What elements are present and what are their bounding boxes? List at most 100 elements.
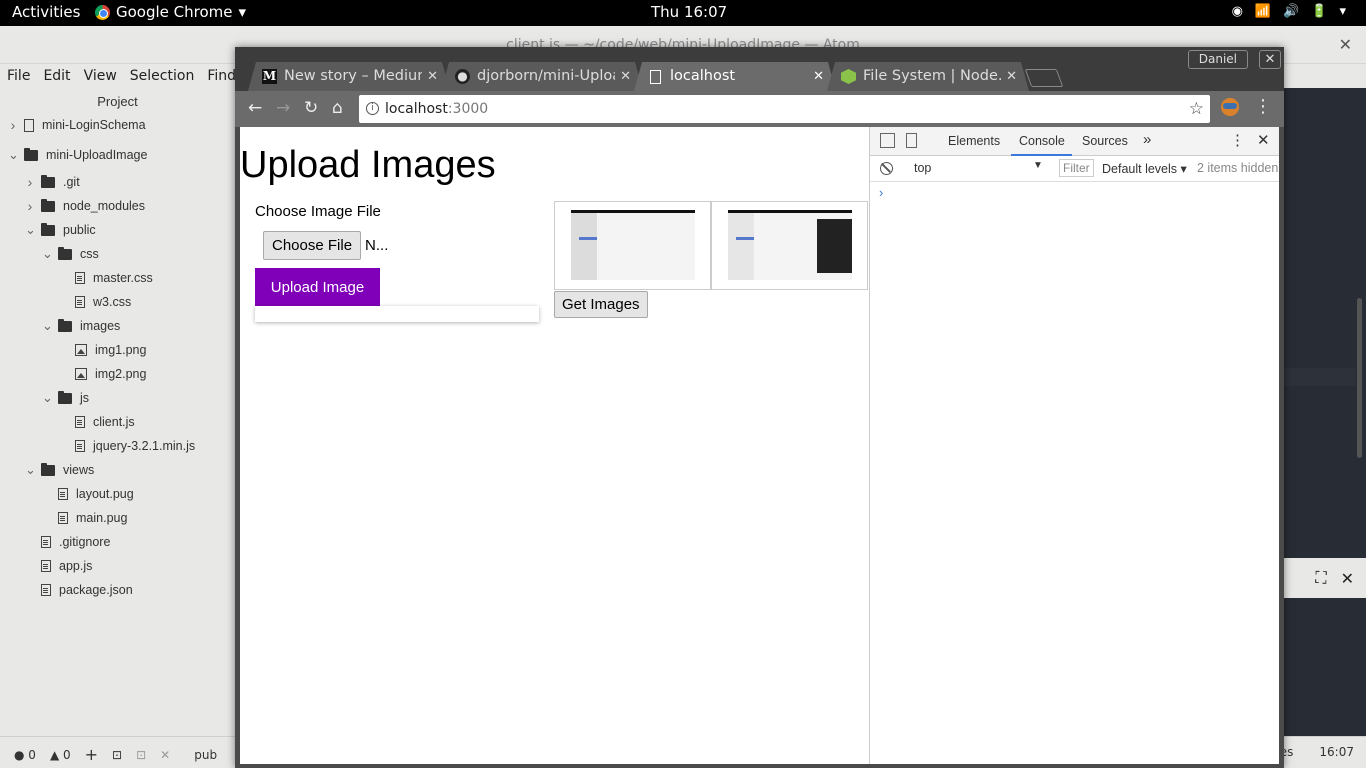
inspect-icon[interactable] [880,133,895,148]
choose-file-button[interactable]: Choose File [263,231,362,260]
file-icon [75,416,85,428]
chevron-down-icon[interactable]: ⌄ [25,458,36,482]
home-icon[interactable]: ⌂ [332,98,343,118]
editor-scrollbar[interactable] [1357,298,1362,458]
menu-find[interactable]: Find [207,64,236,88]
tree-item[interactable]: client.js [59,410,135,434]
device-toolbar-icon[interactable] [906,133,917,148]
project-tree: Project › mini-LoginSchema ⌄ mini-UploadIma… [0,88,235,738]
chevron-right-icon[interactable]: › [25,194,35,218]
tab-github[interactable]: ● djorborn/mini-UploadImage ✕ [441,62,643,91]
status-time: 16:07 [1319,745,1354,759]
tree-item[interactable]: img1.png [59,338,146,362]
caret-down-icon[interactable]: ▼ [1033,160,1043,171]
tab-nodejs[interactable]: File System | Node.js ✕ [827,62,1029,91]
close-icon[interactable]: ✕ [160,748,170,762]
chevron-right-icon[interactable]: › [8,113,18,137]
devtools-menu-icon[interactable]: ⋮ [1230,131,1245,149]
tree-item[interactable]: › mini-LoginSchema [8,113,146,137]
tab-close-icon[interactable]: ✕ [1006,62,1017,91]
menu-view[interactable]: View [84,64,117,88]
tree-item[interactable]: ⌄ mini-UploadImage [8,143,147,167]
new-tab-button[interactable] [1024,69,1064,87]
tree-item[interactable]: main.pug [42,506,127,530]
chevron-down-icon[interactable]: ⌄ [42,242,53,266]
devtools-panel: Elements Console Sources » ⋮ ✕ top ▼ Fil… [869,127,1279,764]
tree-item[interactable]: jquery-3.2.1.min.js [59,434,195,458]
tree-item[interactable]: ⌄ css [42,242,99,266]
tree-item[interactable]: w3.css [59,290,131,314]
tree-item[interactable]: master.css [59,266,153,290]
context-selector[interactable]: top [914,161,931,175]
tree-item[interactable]: › .git [25,170,80,194]
terminal-alt-icon[interactable]: ⊡ [136,748,146,762]
tree-item[interactable]: › node_modules [25,194,145,218]
tree-item[interactable]: ⌄ js [42,386,89,410]
extension-icon[interactable] [1221,98,1239,116]
close-icon[interactable]: ✕ [1257,131,1270,149]
menu-selection[interactable]: Selection [130,64,195,88]
tree-item[interactable]: ⌄ views [25,458,94,482]
window-close-button[interactable]: ✕ [1259,50,1281,69]
tree-item[interactable]: app.js [25,554,92,578]
tab-close-icon[interactable]: ✕ [427,62,438,91]
forward-icon[interactable]: → [276,98,290,118]
back-icon[interactable]: ← [248,98,262,118]
tree-item[interactable]: ⌄ public [25,218,96,242]
atom-editor-pane: ⛶ ✕ [1283,88,1366,736]
more-tabs-icon[interactable]: » [1143,131,1151,148]
clock[interactable]: Thu 16:07 [651,3,727,21]
upload-image-button[interactable]: Upload Image [255,268,380,306]
tab-close-icon[interactable]: ✕ [620,62,631,91]
tree-item[interactable]: img2.png [59,362,146,386]
image-thumbnail[interactable] [711,201,868,290]
info-icon[interactable]: i [366,102,379,115]
wifi-icon: 📶 [1254,4,1272,19]
app-menu[interactable]: Google Chrome ▾ [95,3,246,21]
activities-button[interactable]: Activities [12,3,80,21]
tab-localhost[interactable]: localhost ✕ [634,62,836,91]
tab-medium[interactable]: M New story – Medium ✕ [248,62,450,91]
menu-file[interactable]: File [7,64,30,88]
tab-close-icon[interactable]: ✕ [813,62,824,91]
tree-item[interactable]: .gitignore [25,530,110,554]
chevron-right-icon[interactable]: › [25,170,35,194]
status-path[interactable]: pub [194,748,217,762]
close-icon[interactable]: ✕ [1339,26,1352,64]
tree-item[interactable]: package.json [25,578,133,602]
profile-button[interactable]: Daniel [1187,50,1248,69]
add-icon[interactable]: + [85,745,98,764]
console-prompt[interactable]: › [879,185,883,200]
tree-item-label: package.json [59,583,133,597]
chevron-down-icon[interactable]: ⌄ [42,314,53,338]
chevron-down-icon[interactable]: ⌄ [25,218,36,242]
reload-icon[interactable]: ↻ [304,98,318,118]
bookmark-star-icon[interactable]: ☆ [1189,95,1204,123]
chevron-down-icon[interactable]: ⌄ [8,143,19,167]
tree-item[interactable]: layout.pug [42,482,134,506]
system-tray[interactable]: ◉ 📶 🔊 🔋 ▾ [1232,4,1346,19]
tree-item[interactable]: ⌄ images [42,314,120,338]
image-gallery [554,201,869,290]
tree-item-label: .git [63,175,80,189]
close-icon[interactable]: ✕ [1341,569,1354,588]
menu-edit[interactable]: Edit [43,64,70,88]
address-bar[interactable]: i localhost:3000 ☆ [359,95,1210,123]
app-name: Google Chrome [116,3,233,21]
maximize-icon[interactable]: ⛶ [1315,568,1326,588]
chevron-down-icon[interactable]: ⌄ [42,386,53,410]
tab-console[interactable]: Console [1019,134,1065,148]
console-filter-input[interactable]: Filter [1059,159,1094,177]
clear-console-icon[interactable] [880,162,893,175]
get-images-button[interactable]: Get Images [554,291,648,318]
log-levels-dropdown[interactable]: Default levels ▾ [1102,161,1187,176]
folder-icon [58,318,72,332]
tab-sources[interactable]: Sources [1082,134,1128,148]
warning-count[interactable]: ▲ 0 [50,748,71,762]
image-thumbnail[interactable] [554,201,711,290]
error-count[interactable]: ● 0 [14,748,36,762]
file-input[interactable]: Choose File N... [263,231,388,260]
chrome-menu-icon[interactable]: ⋮ [1254,96,1272,117]
tab-elements[interactable]: Elements [948,134,1000,148]
terminal-icon[interactable]: ⊡ [112,748,122,762]
